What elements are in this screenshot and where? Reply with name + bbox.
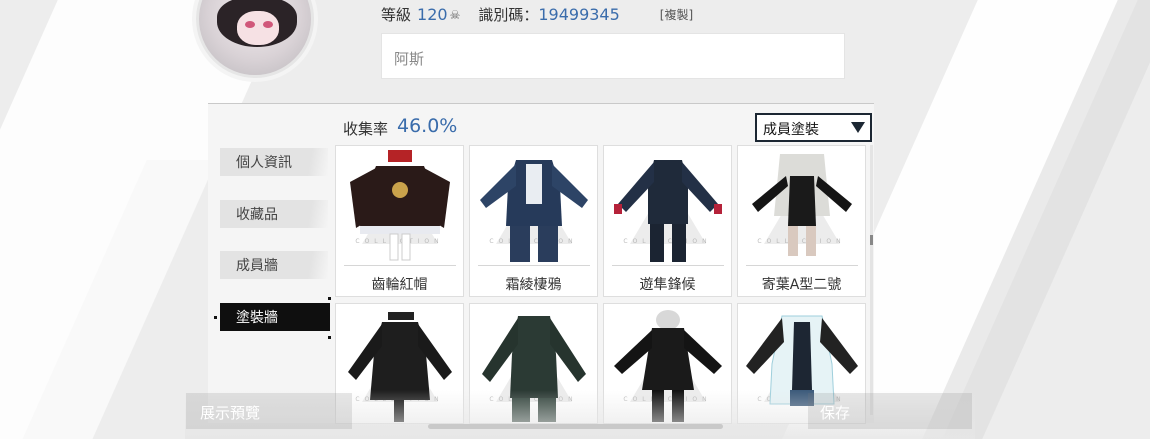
profile-info: 等級 120 ☠ 識別碼： 19499345 [複製] — [381, 4, 693, 25]
tab-label: 收藏品 — [236, 207, 278, 223]
tab-skin-wall[interactable]: 塗裝牆 — [220, 303, 330, 331]
tab-member-wall[interactable]: 成員牆 — [220, 251, 328, 279]
skin-card[interactable]: COLLECTION 遊隼鋒候 — [603, 145, 732, 297]
signature-field[interactable]: 阿斯 — [381, 33, 845, 79]
scrollbar-thumb[interactable] — [870, 235, 873, 245]
tab-collectibles[interactable]: 收藏品 — [220, 200, 328, 228]
tab-label: 塗裝牆 — [236, 310, 278, 326]
copy-button[interactable]: [複製] — [660, 6, 693, 23]
category-dropdown[interactable]: 成員塗裝 — [755, 113, 872, 142]
dropdown-selected: 成員塗裝 — [763, 122, 819, 138]
skin-name: 遊隼鋒候 — [639, 277, 696, 293]
signature-text: 阿斯 — [394, 50, 425, 68]
skin-card[interactable]: COLLECTION 齒輪紅帽 — [335, 145, 464, 297]
collection-rate-label: 收集率 — [343, 120, 389, 138]
skin-name: 齒輪紅帽 — [371, 277, 428, 293]
active-marker — [328, 336, 331, 339]
skin-card[interactable]: COLLECTION 寄葉A型二號 — [737, 145, 866, 297]
skin-name: 寄葉A型二號 — [761, 277, 842, 293]
active-marker — [328, 297, 331, 300]
preview-button[interactable]: 展示預覽 — [186, 393, 352, 429]
level-value: 120 — [417, 5, 448, 24]
scrollbar[interactable] — [870, 145, 873, 415]
outfit-frost-raven-icon — [480, 160, 588, 262]
home-indicator[interactable] — [428, 424, 723, 429]
save-button-label: 保存 — [820, 404, 851, 422]
id-label: 識別碼： — [478, 6, 539, 24]
collection-panel: 收集率 46.0% 成員塗裝 個人資訊 收藏品 成員牆 塗裝牆 COLLECTI… — [208, 103, 874, 424]
skin-card[interactable]: COLLECTION 霜綾棲鴉 — [469, 145, 598, 297]
caret-down-icon — [851, 122, 865, 133]
level-label: 等級 — [381, 6, 412, 24]
preview-button-label: 展示預覽 — [200, 404, 261, 422]
collection-rate-value: 46.0% — [397, 115, 458, 137]
outfit-falcon-icon — [614, 160, 722, 262]
outfit-red-hat-icon — [350, 150, 450, 261]
tab-label: 個人資訊 — [236, 155, 292, 171]
save-button[interactable]: 保存 — [808, 393, 972, 429]
tab-profile-info[interactable]: 個人資訊 — [220, 148, 328, 176]
tab-label: 成員牆 — [236, 258, 278, 274]
skull-icon: ☠ — [449, 7, 461, 22]
skin-name: 霜綾棲鴉 — [505, 277, 562, 293]
active-marker — [214, 316, 217, 319]
outfit-yorha-2a-icon — [752, 154, 852, 256]
id-value: 19499345 — [538, 5, 620, 24]
